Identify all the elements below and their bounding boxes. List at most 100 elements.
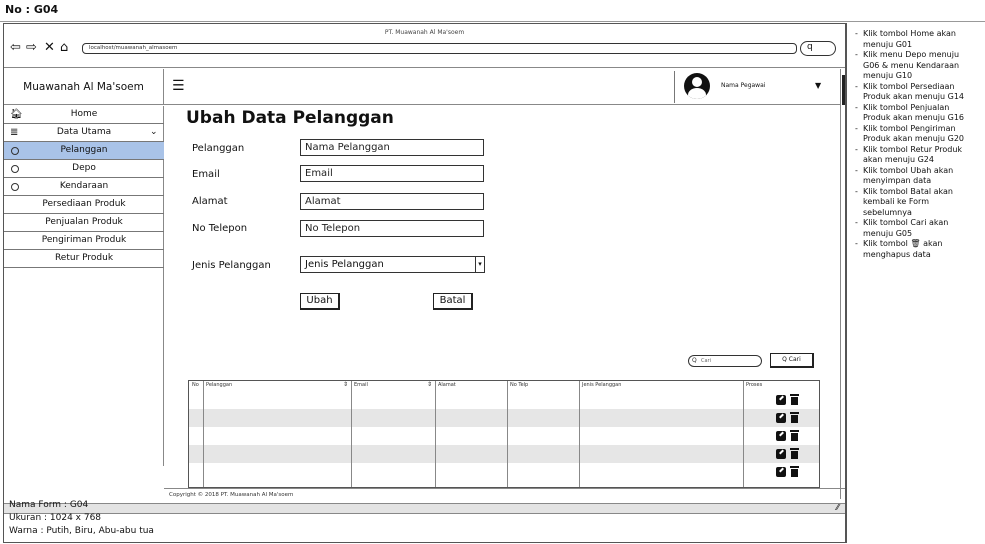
user-menu[interactable]: Nama Pegawai ▼ [674, 71, 836, 103]
close-icon[interactable]: ✕ [44, 41, 55, 54]
app-header: Muawanah Al Ma'soem ☰ Nama Pegawai ▼ [4, 69, 845, 105]
column-divider [507, 381, 508, 487]
note-line: Klik menu Depo menuju [853, 50, 985, 61]
note-line: Produk akan menuju G20 [863, 134, 964, 143]
col-jenis-pelanggan: Jenis Pelanggan [582, 382, 622, 388]
sidebar-item-label: Pengiriman Produk [41, 235, 127, 245]
col-pelanggan[interactable]: Pelanggan ⇕ [206, 381, 350, 388]
col-pelanggan-label: Pelanggan [206, 382, 233, 388]
chevron-down-icon[interactable]: ▼ [815, 81, 821, 90]
row-actions [776, 409, 806, 427]
note-line: Klik tombol 🗑 akan [853, 239, 985, 250]
trash-icon[interactable] [790, 430, 799, 441]
note-line: kembali ke Form [863, 197, 929, 206]
alamat-label: Alamat [192, 196, 228, 207]
col-email[interactable]: Email ⇕ [354, 381, 434, 388]
pelanggan-input[interactable]: Nama Pelanggan [300, 139, 484, 156]
sidebar-item-pengiriman-produk[interactable]: Pengiriman Produk [4, 232, 164, 250]
vertical-scrollbar[interactable] [840, 69, 845, 499]
sort-icon[interactable]: ⇕ [427, 381, 432, 388]
table-row [189, 409, 819, 427]
browser-search-button[interactable]: q [800, 41, 836, 56]
pelanggan-label: Pelanggan [192, 143, 245, 154]
sidebar-item-label: Depo [72, 163, 96, 173]
sidebar: 🏠︎ Home ≣ Data Utama ⌄ Pelanggan Depo Ke… [4, 106, 164, 466]
column-divider [579, 381, 580, 487]
forward-icon[interactable]: ⇨ [26, 41, 37, 54]
url-text: localhost/muawanah_almasoem [89, 45, 178, 51]
note-line: Klik tombol Persediaan [853, 82, 985, 93]
note-line: Klik tombol Batal akan [853, 187, 985, 198]
resize-handle-icon[interactable]: ⁄⁄ [836, 503, 839, 512]
doc-header: No : G04 [0, 0, 985, 22]
table-row [189, 445, 819, 463]
ubah-button[interactable]: Ubah [300, 293, 340, 310]
column-divider [203, 381, 204, 487]
notes-panel: Klik tombol Home akanmenuju G01Klik menu… [846, 23, 985, 543]
alamat-input[interactable]: Alamat [300, 193, 484, 210]
brand-title: Muawanah Al Ma'soem [4, 69, 164, 105]
batal-button[interactable]: Batal [433, 293, 473, 310]
meta-size: Ukuran : 1024 x 768 [9, 513, 102, 523]
note-line: Klik tombol Ubah akan [853, 166, 985, 177]
note-line: menghapus data [863, 249, 931, 259]
note-line: menuju G10 [863, 71, 913, 80]
note-line: Klik tombol Retur Produk [853, 145, 985, 156]
trash-icon[interactable] [790, 448, 799, 459]
browser-title: PT. Muawanah Al Ma'soem [384, 29, 465, 36]
edit-icon[interactable] [776, 431, 786, 441]
home-icon[interactable]: ⌂ [60, 41, 68, 54]
avatar [684, 73, 710, 99]
jenis-pelanggan-label: Jenis Pelanggan [192, 260, 271, 271]
sidebar-item-pelanggan[interactable]: Pelanggan [4, 142, 164, 160]
copyright-footer: Copyright © 2018 PT. Muawanah Al Ma'soem [164, 488, 845, 502]
trash-icon[interactable] [790, 412, 799, 423]
jenis-pelanggan-select[interactable]: Jenis Pelanggan ▾ [300, 256, 485, 273]
sidebar-item-home[interactable]: 🏠︎ Home [4, 106, 164, 124]
customer-table: No Pelanggan ⇕ Email ⇕ Alamat No Telp Je… [188, 380, 820, 488]
edit-icon[interactable] [776, 395, 786, 405]
edit-icon[interactable] [776, 467, 786, 477]
no-telepon-input[interactable]: No Telepon [300, 220, 484, 237]
col-no: No [192, 382, 199, 388]
chevron-down-icon: ⌄ [150, 127, 158, 137]
jenis-pelanggan-value: Jenis Pelanggan [305, 259, 384, 270]
page-title: Ubah Data Pelanggan [186, 108, 394, 128]
note-line: Klik tombol Home akan [853, 29, 985, 40]
sidebar-item-depo[interactable]: Depo [4, 160, 164, 178]
col-no-telp: No Telp [510, 382, 529, 388]
chevron-down-icon: ▾ [475, 257, 484, 272]
sidebar-item-retur-produk[interactable]: Retur Produk [4, 250, 164, 268]
sort-icon[interactable]: ⇕ [343, 381, 348, 388]
note-line: G06 & menu Kendaraan [863, 60, 960, 70]
col-alamat: Alamat [438, 382, 456, 388]
row-actions [776, 427, 806, 445]
sidebar-item-label: Home [70, 109, 98, 119]
table-search-input[interactable]: Cari [688, 355, 762, 367]
trash-icon[interactable] [790, 394, 799, 405]
edit-icon[interactable] [776, 449, 786, 459]
cari-button[interactable]: Q Cari [770, 353, 814, 368]
hamburger-menu-icon[interactable]: ☰ [172, 78, 185, 94]
sidebar-item-label: Data Utama [56, 127, 112, 137]
doc-number: No : G04 [5, 3, 59, 16]
mockup-frame: PT. Muawanah Al Ma'soem ⇦ ⇨ ✕ ⌂ localhos… [3, 23, 846, 543]
horizontal-scrollbar[interactable]: ⁄⁄ [4, 503, 845, 514]
sidebar-item-persediaan-produk[interactable]: Persediaan Produk [4, 196, 164, 214]
address-bar[interactable]: localhost/muawanah_almasoem [82, 43, 797, 54]
row-actions [776, 463, 806, 481]
back-icon[interactable]: ⇦ [10, 41, 21, 54]
edit-icon[interactable] [776, 413, 786, 423]
sidebar-item-penjualan-produk[interactable]: Penjualan Produk [4, 214, 164, 232]
sidebar-item-label: Retur Produk [54, 253, 114, 263]
note-line: menuju G05 [863, 228, 913, 238]
email-input[interactable]: Email [300, 165, 484, 182]
sidebar-item-kendaraan[interactable]: Kendaraan [4, 178, 164, 196]
sidebar-item-label: Persediaan Produk [42, 199, 126, 209]
column-divider [351, 381, 352, 487]
user-name: Nama Pegawai [721, 82, 766, 89]
sidebar-item-label: Kendaraan [59, 181, 109, 191]
trash-icon[interactable] [790, 466, 799, 477]
meta-form-name: Nama Form : G04 [9, 500, 89, 510]
sidebar-item-data-utama[interactable]: ≣ Data Utama ⌄ [4, 124, 164, 142]
